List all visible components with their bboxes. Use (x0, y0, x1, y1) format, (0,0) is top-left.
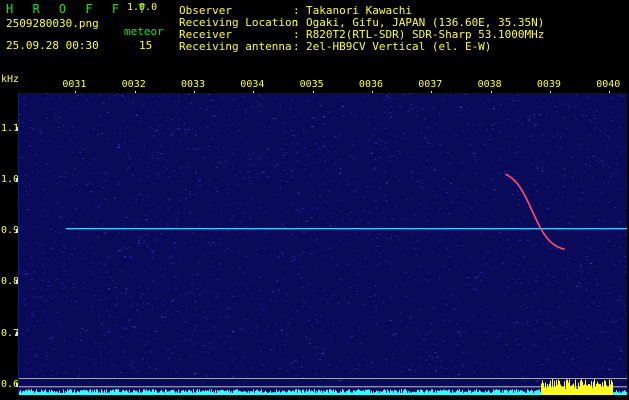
info-sep: : (293, 40, 300, 53)
file-datetime: 25.09.28 00:30 (6, 39, 99, 52)
meteor-count: 15 (139, 39, 153, 52)
meteor-echo (505, 173, 565, 251)
spectrogram-plot (19, 93, 627, 395)
noise-texture (19, 93, 627, 382)
x-tick-label: 0034 (240, 79, 265, 90)
x-tick-label: 0038 (477, 79, 502, 90)
y-axis-line (18, 93, 19, 395)
info-value-antenna: 2el-HB9CV Vertical (el. E-W) (306, 40, 492, 53)
app-version: 1.0.0 (127, 2, 158, 13)
y-axis-unit: kHz (1, 74, 20, 85)
x-tick-label: 0031 (62, 79, 87, 90)
x-tick-label: 0033 (180, 79, 206, 90)
x-tick-label: 0032 (121, 79, 146, 90)
x-tick-label: 0036 (358, 79, 384, 90)
hrofft-screen: H R O F F T 1.0.0 2509280030.png meteor … (0, 0, 629, 400)
file-name: 2509280030.png (6, 17, 99, 30)
x-tick-label: 0039 (536, 79, 561, 90)
x-tick-label: 0035 (299, 79, 324, 90)
x-tick-label: 0040 (596, 79, 621, 90)
meteor-label: meteor (124, 25, 164, 38)
spectrogram (19, 93, 627, 395)
info-label-antenna: Receiving antenna (179, 40, 292, 53)
x-tick-label: 0037 (418, 79, 443, 90)
